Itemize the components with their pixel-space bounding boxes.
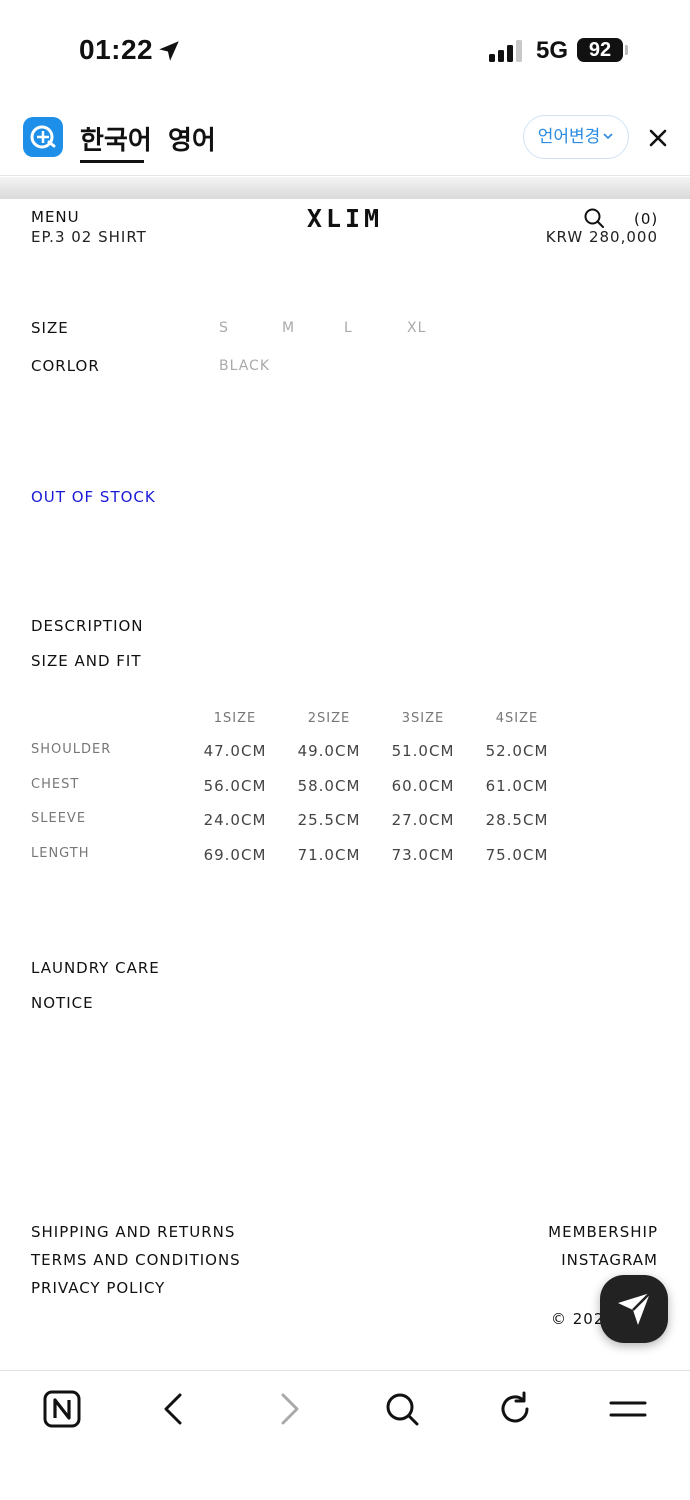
back-icon[interactable] (155, 1389, 195, 1429)
location-arrow-icon (159, 41, 179, 61)
size-row-label: LENGTH (31, 846, 90, 861)
stock-status: OUT OF STOCK (31, 488, 156, 506)
footer-link-membership[interactable]: MEMBERSHIP (548, 1223, 658, 1241)
color-label: CORLOR (31, 357, 100, 375)
status-bar: 01:22 5G 92 (0, 0, 690, 100)
site-logo[interactable]: XLIM (300, 204, 390, 233)
size-table-cell: 73.0CM (391, 846, 455, 864)
footer-link-instagram[interactable]: INSTAGRAM (561, 1251, 658, 1269)
scrolled-content-strip (0, 177, 690, 199)
size-column-header: 2SIZE (307, 711, 351, 726)
active-tab-indicator (80, 160, 144, 163)
size-option-s[interactable]: S (219, 320, 229, 336)
size-table-cell: 28.5CM (485, 811, 549, 829)
size-label: SIZE (31, 319, 69, 337)
product-price: KRW 280,000 (545, 228, 658, 246)
close-icon[interactable] (646, 126, 670, 150)
size-column-header: 3SIZE (401, 711, 445, 726)
size-table-cell: 60.0CM (391, 777, 455, 795)
papago-icon[interactable] (23, 117, 63, 157)
send-icon (618, 1292, 651, 1325)
size-column-header: 1SIZE (213, 711, 257, 726)
cellular-signal-icon (489, 40, 522, 62)
size-table-cell: 27.0CM (391, 811, 455, 829)
footer-link-shipping[interactable]: SHIPPING AND RETURNS (31, 1223, 235, 1241)
browser-toolbar (0, 1370, 690, 1500)
menu-icon[interactable] (608, 1389, 648, 1429)
status-time: 01:22 (79, 34, 154, 65)
chevron-down-icon (603, 133, 613, 140)
size-table-cell: 25.5CM (297, 811, 361, 829)
footer-link-terms[interactable]: TERMS AND CONDITIONS (31, 1251, 241, 1269)
size-column-header: 4SIZE (495, 711, 539, 726)
refresh-icon[interactable] (495, 1389, 535, 1429)
size-and-fit-toggle[interactable]: SIZE AND FIT (31, 652, 141, 670)
size-option-l[interactable]: L (344, 320, 353, 336)
tab-korean[interactable]: 한국어 (80, 120, 152, 157)
copyright: © 202 (551, 1310, 605, 1328)
cart-link[interactable]: (0) (634, 210, 658, 228)
search-icon[interactable] (583, 207, 605, 229)
size-option-xl[interactable]: XL (407, 320, 426, 336)
size-row-label: CHEST (31, 777, 80, 792)
size-table-cell: 56.0CM (203, 777, 267, 795)
tab-english[interactable]: 영어 (168, 120, 216, 157)
change-language-label: 언어변경 (537, 127, 601, 146)
size-table-cell: 58.0CM (297, 777, 361, 795)
size-table-cell: 75.0CM (485, 846, 549, 864)
size-row-label: SLEEVE (31, 811, 87, 826)
forward-icon[interactable] (268, 1389, 308, 1429)
menu-link[interactable]: MENU (31, 208, 80, 226)
color-option-black[interactable]: BLACK (219, 358, 270, 374)
translate-logo-icon (30, 125, 56, 149)
send-fab-button[interactable] (600, 1275, 668, 1343)
product-name: EP.3 02 SHIRT (31, 228, 147, 246)
size-table-cell: 69.0CM (203, 846, 267, 864)
laundry-care-toggle[interactable]: LAUNDRY CARE (31, 959, 160, 977)
size-table-cell: 52.0CM (485, 742, 549, 760)
size-table-cell: 24.0CM (203, 811, 267, 829)
battery-indicator: 92 (577, 38, 623, 62)
translate-bar: 한국어 영어 언어변경 (0, 100, 690, 176)
size-table-cell: 49.0CM (297, 742, 361, 760)
network-type: 5G (536, 37, 569, 64)
description-toggle[interactable]: DESCRIPTION (31, 617, 144, 635)
change-language-button[interactable]: 언어변경 (523, 115, 629, 159)
battery-cap (625, 45, 628, 55)
footer-link-privacy[interactable]: PRIVACY POLICY (31, 1279, 165, 1297)
size-option-m[interactable]: M (282, 320, 295, 336)
notice-toggle[interactable]: NOTICE (31, 994, 94, 1012)
size-table-cell: 61.0CM (485, 777, 549, 795)
size-table-cell: 51.0CM (391, 742, 455, 760)
search-icon[interactable] (382, 1389, 422, 1429)
naver-home-icon[interactable] (42, 1389, 82, 1429)
size-table-cell: 47.0CM (203, 742, 267, 760)
size-table-cell: 71.0CM (297, 846, 361, 864)
size-row-label: SHOULDER (31, 742, 112, 757)
